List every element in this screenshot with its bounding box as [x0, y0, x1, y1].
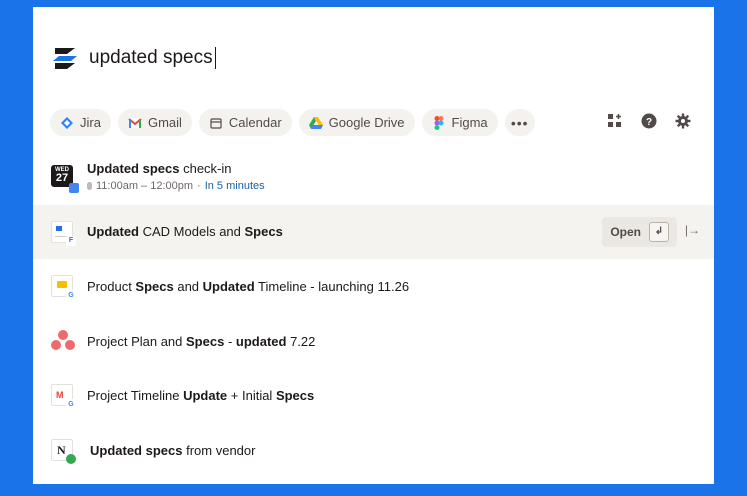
- result-title-part: Specs: [244, 223, 283, 239]
- result-title-part: + Initial: [227, 388, 276, 403]
- result-title-part: CAD Models and: [139, 223, 245, 239]
- result-title-part: Product: [87, 279, 136, 294]
- file-thumbnail-icon: F: [51, 220, 76, 246]
- result-item-product-specs[interactable]: G Product Specs and Updated Timeline - l…: [33, 259, 714, 314]
- result-title-part: -: [224, 333, 236, 349]
- help-button[interactable]: ?: [640, 112, 658, 130]
- figma-icon: [432, 115, 446, 130]
- result-title-part: Specs: [186, 333, 225, 349]
- filter-chip-calendar[interactable]: Calendar: [198, 109, 292, 136]
- enter-key-icon: ↲: [649, 221, 669, 242]
- result-title-rest: check-in: [179, 161, 232, 176]
- asana-icon: [51, 329, 75, 353]
- settings-button[interactable]: [674, 112, 692, 130]
- filter-chip-label: Jira: [80, 115, 101, 130]
- result-title-part: from vendor: [182, 442, 256, 458]
- separator: ·: [197, 180, 201, 192]
- result-text: Updated CAD Models and Specs: [87, 224, 283, 239]
- google-slides-icon: G: [51, 275, 76, 300]
- result-title-part: Update: [183, 388, 228, 403]
- result-title-part: Project Timeline: [87, 388, 184, 403]
- chrome-icon: [66, 453, 76, 464]
- result-title-part: updated: [235, 333, 287, 349]
- result-title-part: Updated: [202, 279, 255, 294]
- expand-preview-icon[interactable]: |→: [685, 223, 700, 237]
- result-title-part: Updated: [87, 223, 139, 239]
- result-item-project-plan[interactable]: Project Plan and Specs - updated 7.22: [33, 314, 714, 369]
- search-input[interactable]: updated specs: [89, 47, 213, 69]
- filter-chip-figma[interactable]: Figma: [421, 109, 498, 136]
- result-title-part: Specs: [135, 279, 174, 294]
- event-countdown: In 5 minutes: [204, 180, 265, 192]
- filter-chip-label: Figma: [451, 115, 488, 130]
- apps-add-icon: [608, 114, 621, 127]
- result-title-match: Updated specs: [87, 161, 180, 176]
- result-title-part: Specs: [275, 388, 315, 403]
- app-logo-icon: [53, 48, 77, 69]
- gmail-icon: [128, 116, 142, 130]
- open-button[interactable]: Open ↲: [602, 216, 677, 247]
- result-text: Updated specs from vendor: [90, 443, 255, 458]
- add-app-button[interactable]: [606, 112, 624, 130]
- result-text: Updated specs check-in 11:00am – 12:00pm…: [87, 161, 265, 192]
- figma-icon: F: [66, 235, 76, 246]
- open-button-label: Open: [610, 224, 641, 239]
- result-item-cad-models[interactable]: F Updated CAD Models and Specs Open ↲ |→: [33, 204, 714, 259]
- calendar-date-icon: WED 27: [51, 165, 79, 193]
- gear-icon: [675, 113, 691, 129]
- result-title-part: and: [173, 279, 203, 294]
- ellipsis-icon: •••: [510, 114, 529, 131]
- result-text: Project Plan and Specs - updated 7.22: [87, 334, 315, 349]
- result-text: Product Specs and Updated Timeline - lau…: [87, 279, 409, 294]
- result-title-part: 7.22: [286, 333, 316, 349]
- document-thumbnail: G: [51, 275, 76, 300]
- toolbar: ?: [606, 112, 692, 130]
- filter-chips: Jira Gmail Calendar Google Drive Figma •…: [50, 109, 535, 136]
- google-icon: G: [66, 399, 76, 409]
- filter-chip-label: Calendar: [228, 115, 282, 130]
- svg-text:?: ?: [646, 117, 652, 128]
- google-drive-icon: [308, 116, 323, 130]
- result-title-part: Project Plan and: [87, 333, 187, 349]
- calendar-icon: [209, 116, 223, 130]
- google-calendar-icon: [69, 183, 79, 193]
- search-bar[interactable]: updated specs: [51, 43, 216, 73]
- filter-chip-label: Gmail: [147, 115, 182, 130]
- document-thumbnail: N: [51, 438, 76, 464]
- help-icon: ?: [641, 113, 657, 129]
- results-list: WED 27 Updated specs check-in 11:00am – …: [33, 150, 714, 477]
- result-item-calendar-event[interactable]: WED 27 Updated specs check-in 11:00am – …: [33, 150, 714, 205]
- filter-chip-label: Google Drive: [328, 115, 405, 130]
- result-title-part: Timeline - launching 11.26: [254, 279, 410, 294]
- gmail-thumbnail-icon: M G: [51, 384, 76, 409]
- search-panel: updated specs Jira Gmail Calendar Google…: [33, 7, 714, 484]
- event-time-row: 11:00am – 12:00pm · In 5 minutes: [87, 180, 265, 192]
- filter-chip-google-drive[interactable]: Google Drive: [298, 109, 415, 136]
- text-caret: [214, 47, 216, 69]
- jira-icon: [60, 116, 74, 130]
- document-thumbnail: F: [51, 220, 76, 246]
- result-item-vendor-specs[interactable]: N Updated specs from vendor: [33, 423, 714, 478]
- filter-chip-gmail[interactable]: Gmail: [117, 109, 192, 136]
- event-time: 11:00am – 12:00pm: [96, 180, 194, 192]
- google-icon: G: [66, 290, 76, 300]
- notion-icon: N: [51, 438, 76, 464]
- result-text: Project Timeline Update + Initial Specs: [87, 388, 314, 403]
- result-item-project-timeline[interactable]: M G Project Timeline Update + Initial Sp…: [33, 368, 714, 423]
- event-color-dot: [87, 182, 92, 190]
- more-filters-button[interactable]: •••: [504, 109, 535, 136]
- filter-chip-jira[interactable]: Jira: [50, 109, 111, 136]
- document-thumbnail: M G: [51, 384, 76, 409]
- result-title-part: Updated specs: [90, 442, 183, 458]
